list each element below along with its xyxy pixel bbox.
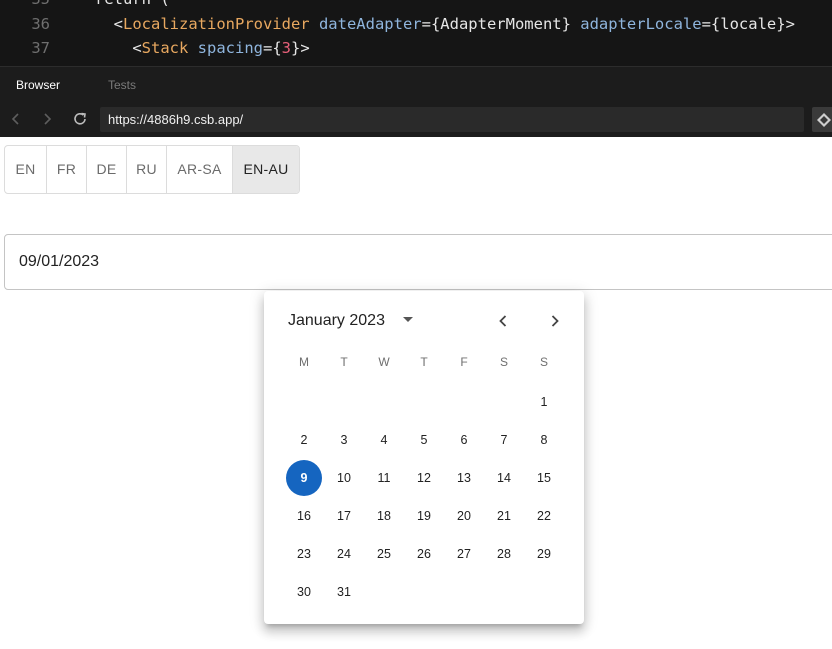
calendar-day[interactable]: 22 bbox=[526, 498, 562, 534]
calendar-day[interactable]: 12 bbox=[406, 460, 442, 496]
code-token: dateAdapter bbox=[309, 15, 422, 33]
calendar-day[interactable]: 27 bbox=[446, 536, 482, 572]
code-token: }> bbox=[291, 39, 310, 57]
chevron-right-icon bbox=[551, 315, 559, 327]
calendar-day[interactable]: 24 bbox=[326, 536, 362, 572]
chevron-left-icon bbox=[499, 315, 507, 327]
calendar-day[interactable]: 19 bbox=[406, 498, 442, 534]
code-token: 3 bbox=[281, 39, 292, 57]
devtools-tab-bar: Browser Tests bbox=[0, 66, 832, 102]
code-token: ={ bbox=[263, 39, 282, 57]
calendar-day[interactable]: 15 bbox=[526, 460, 562, 496]
date-input[interactable]: 09/01/2023 bbox=[4, 234, 832, 290]
locale-toggle-group: EN FR DE RU AR-SA EN-AU bbox=[4, 145, 300, 194]
calendar-day[interactable]: 10 bbox=[326, 460, 362, 496]
locale-button-ar-sa[interactable]: AR-SA bbox=[167, 146, 233, 193]
reload-icon bbox=[74, 112, 86, 125]
code-token: ={AdapterMoment} bbox=[421, 15, 571, 33]
calendar-day[interactable]: 2 bbox=[286, 422, 322, 458]
code-text: return ( bbox=[95, 0, 170, 11]
code-text: <Stack spacing={3}> bbox=[95, 36, 310, 60]
weekday-label: S bbox=[499, 355, 508, 369]
calendar-day[interactable]: 16 bbox=[286, 498, 322, 534]
line-number: 35 bbox=[0, 0, 50, 11]
weekday-label: F bbox=[460, 355, 468, 369]
code-token: ={locale}> bbox=[701, 15, 795, 33]
calendar-day[interactable]: 28 bbox=[486, 536, 522, 572]
calendar-day[interactable]: 18 bbox=[366, 498, 402, 534]
date-input-value: 09/01/2023 bbox=[19, 253, 100, 270]
calendar-day[interactable]: 17 bbox=[326, 498, 362, 534]
line-number: 36 bbox=[31, 15, 50, 33]
reload-button[interactable] bbox=[71, 110, 89, 128]
locale-button-ru[interactable]: RU bbox=[127, 146, 167, 193]
weekday-label: T bbox=[340, 355, 348, 369]
locale-button-de[interactable]: DE bbox=[87, 146, 127, 193]
weekday-label: T bbox=[420, 355, 428, 369]
date-picker-popper: January 2023 M T W T F S S 1 2 3 4 5 6 7 8 9 10 11 12 13 14 1… bbox=[264, 291, 584, 624]
calendar-day[interactable]: 3 bbox=[326, 422, 362, 458]
chevron-down-icon[interactable] bbox=[403, 317, 413, 322]
code-token: < bbox=[95, 15, 123, 33]
forward-button[interactable] bbox=[38, 110, 56, 128]
back-button[interactable] bbox=[7, 110, 25, 128]
browser-url-bar: https://4886h9.csb.app/ bbox=[0, 102, 832, 137]
calendar-day[interactable]: 26 bbox=[406, 536, 442, 572]
tab-browser[interactable]: Browser bbox=[16, 67, 60, 103]
code-text: <LocalizationProvider dateAdapter={Adapt… bbox=[95, 12, 795, 36]
url-bar-extra-button[interactable] bbox=[812, 107, 832, 132]
code-line: 36 <LocalizationProvider dateAdapter={Ad… bbox=[0, 12, 832, 36]
next-month-button[interactable] bbox=[542, 308, 568, 334]
calendar-day[interactable]: 4 bbox=[366, 422, 402, 458]
locale-button-en[interactable]: EN bbox=[5, 146, 47, 193]
chevron-left-icon bbox=[11, 113, 19, 125]
tab-tests[interactable]: Tests bbox=[108, 67, 136, 103]
calendar-day[interactable]: 11 bbox=[366, 460, 402, 496]
calendar-day[interactable]: 13 bbox=[446, 460, 482, 496]
code-token: adapterLocale bbox=[570, 15, 702, 33]
code-line: 37 <Stack spacing={3}> bbox=[0, 36, 832, 60]
code-token: return ( bbox=[95, 0, 170, 8]
url-input[interactable]: https://4886h9.csb.app/ bbox=[100, 107, 804, 132]
weekday-label: W bbox=[378, 355, 390, 369]
calendar-day[interactable]: 31 bbox=[326, 574, 362, 610]
calendar-day[interactable]: 8 bbox=[526, 422, 562, 458]
calendar-day[interactable]: 29 bbox=[526, 536, 562, 572]
code-editor[interactable]: 35return (36 <LocalizationProvider dateA… bbox=[0, 0, 832, 66]
calendar-day[interactable]: 6 bbox=[446, 422, 482, 458]
code-token: LocalizationProvider bbox=[123, 15, 310, 33]
weekday-label: S bbox=[539, 355, 548, 369]
calendar-day[interactable]: 7 bbox=[486, 422, 522, 458]
calendar-day[interactable]: 1 bbox=[526, 384, 562, 420]
calendar-day[interactable]: 30 bbox=[286, 574, 322, 610]
code-token: Stack bbox=[141, 39, 189, 57]
calendar-month-label[interactable]: January 2023 bbox=[288, 307, 385, 335]
calendar-day[interactable]: 25 bbox=[366, 536, 402, 572]
line-number: 37 bbox=[31, 39, 50, 57]
chevron-right-icon bbox=[44, 113, 52, 125]
calendar-day[interactable]: 20 bbox=[446, 498, 482, 534]
code-token: spacing bbox=[188, 39, 263, 57]
calendar-day[interactable]: 5 bbox=[406, 422, 442, 458]
locale-button-en-au[interactable]: EN-AU bbox=[233, 146, 299, 193]
code-line: 35 return ( bbox=[0, 0, 832, 11]
code-token: < bbox=[95, 39, 142, 57]
calendar-day-selected[interactable]: 9 bbox=[286, 460, 322, 496]
calendar-day[interactable]: 14 bbox=[486, 460, 522, 496]
previous-month-button[interactable] bbox=[490, 308, 516, 334]
diamond-grid-icon bbox=[817, 113, 831, 127]
locale-button-fr[interactable]: FR bbox=[47, 146, 87, 193]
calendar-day[interactable]: 21 bbox=[486, 498, 522, 534]
weekday-label: M bbox=[299, 355, 309, 369]
calendar-day[interactable]: 23 bbox=[286, 536, 322, 572]
